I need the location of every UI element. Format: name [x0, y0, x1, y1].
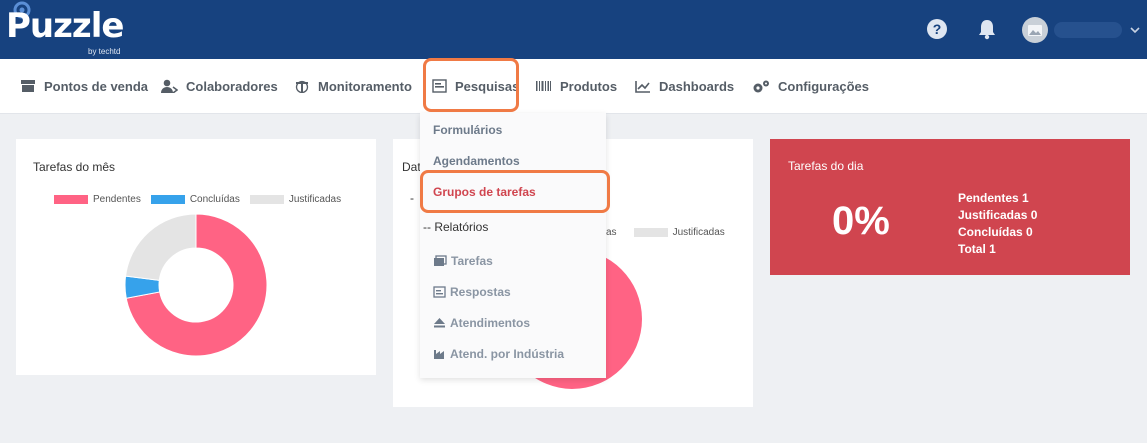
- menu-item-label: Atend. por Indústria: [450, 347, 564, 361]
- menu-section-relatorios: -- Relatórios: [423, 220, 489, 234]
- menu-item-label: Respostas: [450, 285, 511, 299]
- avatar[interactable]: [1022, 17, 1048, 43]
- bell-icon[interactable]: [976, 18, 998, 40]
- users-icon: [161, 79, 178, 93]
- stat-total: Total 1: [958, 242, 996, 256]
- help-icon[interactable]: ?: [926, 18, 948, 40]
- images-icon: [434, 255, 447, 266]
- menu-item-agendamentos[interactable]: Agendamentos: [433, 154, 520, 168]
- menu-highlight-outline: [420, 170, 610, 213]
- pesquisas-dropdown-menu: Formulários Agendamentos Grupos de taref…: [420, 113, 606, 378]
- nav-label: Colaboradores: [186, 78, 278, 94]
- card-tarefas-do-dia: Tarefas do dia 0% Pendentes 1 Justificad…: [770, 139, 1130, 275]
- industry-icon: [434, 350, 444, 359]
- menu-item-atendimentos[interactable]: Atendimentos: [433, 316, 530, 330]
- donut-slice-justificadas[interactable]: [125, 213, 197, 281]
- gears-icon: [753, 80, 769, 92]
- card-tarefas-do-mes: Tarefas do mês Pendentes Concluídas Just…: [16, 139, 376, 375]
- nav-label: Produtos: [560, 78, 618, 94]
- nav-label: Dashboards: [659, 78, 735, 94]
- main-nav: Pontos de venda Colaboradores Monitorame…: [0, 59, 1147, 114]
- card-title: Tarefas do dia: [788, 159, 864, 173]
- nav-label: Monitoramento: [318, 78, 412, 94]
- menu-item-label: Tarefas: [451, 254, 493, 268]
- day-stats: Pendentes 1 Justificadas 0 Concluídas 0 …: [958, 190, 1037, 258]
- chevron-down-icon[interactable]: [1130, 26, 1140, 34]
- completion-percent: 0%: [832, 199, 890, 243]
- store-icon: [21, 80, 35, 92]
- nav-item-pontos-de-venda[interactable]: Pontos de venda: [20, 59, 148, 113]
- form-icon: [433, 286, 446, 298]
- menu-item-atend-por-industria[interactable]: Atend. por Indústria: [433, 347, 564, 361]
- nav-item-produtos[interactable]: Produtos: [535, 59, 617, 113]
- eject-icon: [434, 318, 445, 328]
- barcode-icon: [536, 81, 551, 91]
- top-bar: Puzzle by techtd ?: [0, 0, 1147, 59]
- stat-pendentes: Pendentes 1: [958, 191, 1029, 205]
- chart-line-icon: [635, 80, 650, 93]
- nav-item-monitoramento[interactable]: Monitoramento: [294, 59, 412, 113]
- stat-concluidas: Concluídas 0: [958, 225, 1033, 239]
- nav-highlight-outline: [423, 58, 519, 112]
- stat-justificadas: Justificadas 0: [958, 208, 1038, 222]
- nav-item-colaboradores[interactable]: Colaboradores: [161, 59, 278, 113]
- nav-label: Pontos de venda: [44, 78, 149, 94]
- logo-subtitle: by techtd: [88, 47, 121, 56]
- svg-text:?: ?: [933, 21, 942, 37]
- image-icon: [1028, 25, 1042, 36]
- monitor-icon: [295, 80, 309, 93]
- menu-item-tarefas[interactable]: Tarefas: [433, 254, 493, 268]
- menu-item-respostas[interactable]: Respostas: [433, 285, 511, 299]
- user-name-blurred[interactable]: [1054, 22, 1122, 38]
- app-logo[interactable]: Puzzle: [6, 6, 124, 46]
- nav-label: Configurações: [778, 78, 870, 94]
- donut-chart: [124, 213, 268, 357]
- menu-item-formularios[interactable]: Formulários: [433, 123, 502, 137]
- nav-item-dashboards[interactable]: Dashboards: [635, 59, 734, 113]
- menu-item-label: Atendimentos: [450, 316, 531, 330]
- nav-item-configuracoes[interactable]: Configurações: [752, 59, 869, 113]
